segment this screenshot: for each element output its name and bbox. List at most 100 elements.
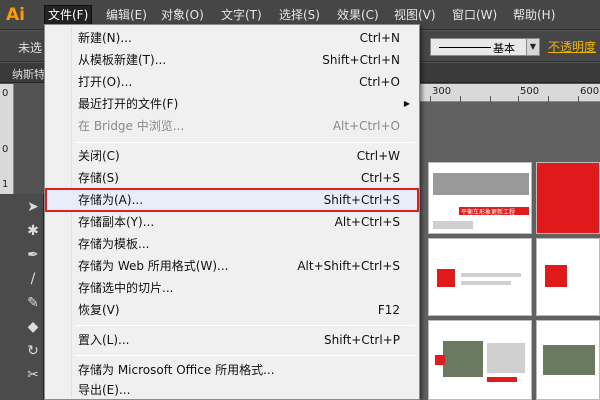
artboard-thumbnail[interactable] [428,238,532,316]
menu-item-shortcut: Ctrl+S [360,171,400,185]
map-graphic [487,343,525,373]
opacity-link[interactable]: 不透明度 [548,38,596,55]
menu-item-revert[interactable]: 恢复(V) F12 [46,299,418,321]
menu-item-shortcut: Alt+Shift+Ctrl+S [297,259,400,273]
stroke-style-label: 基本 [493,42,515,55]
menu-edit[interactable]: 编辑(E) [103,6,150,24]
menu-item-label: 从模板新建(T)... [78,53,167,67]
menu-item-shortcut: Shift+Ctrl+S [323,193,400,207]
menu-item-open[interactable]: 打开(O)... Ctrl+O [46,71,418,93]
ruler-vertical[interactable]: 0 0 1 [0,84,14,194]
menu-item-label: 存储为模板... [78,237,150,251]
menu-item-close[interactable]: 关闭(C) Ctrl+W [46,145,418,167]
menu-effect[interactable]: 效果(C) [334,6,382,24]
menu-file[interactable]: 文件(F) [44,5,93,25]
file-menu-dropdown: 新建(N)... Ctrl+N 从模板新建(T)... Shift+Ctrl+N… [44,24,420,400]
photo-collage [543,345,595,375]
stroke-style-select[interactable]: 基本 [430,38,540,56]
photo-collage [443,341,483,377]
menu-item-label: 存储为(A)... [78,193,144,207]
menu-item-save-for-office[interactable]: 存储为 Microsoft Office 所用格式... [46,359,418,381]
red-page [537,163,599,233]
menu-item-shortcut: Ctrl+N [359,31,400,45]
tool-panel: ➤ ✱ ✒ / ✎ ◆ ↻ ✂ [0,194,44,400]
menu-item-shortcut: Alt+Ctrl+S [334,215,400,229]
skyline-graphic [433,173,529,195]
eraser-icon[interactable]: ◆ [22,316,44,338]
canvas[interactable]: 平衡车形象更新工程 [420,102,600,400]
red-block [437,269,455,287]
ruler-number: 0 [2,144,9,155]
brush-icon[interactable]: / [22,268,44,290]
ruler-number: 600 [580,86,600,97]
menu-item-label: 关闭(C) [78,149,120,163]
menu-item-shortcut: Shift+Ctrl+N [322,53,400,67]
menu-item-new-from-template[interactable]: 从模板新建(T)... Shift+Ctrl+N [46,49,418,71]
menu-item-save-for-web[interactable]: 存储为 Web 所用格式(W)... Alt+Shift+Ctrl+S [46,255,418,277]
menu-item-shortcut: Ctrl+O [359,75,400,89]
magic-wand-icon[interactable]: ✱ [22,220,44,242]
artboard-thumbnail[interactable] [536,162,600,234]
menu-item-new[interactable]: 新建(N)... Ctrl+N [46,27,418,49]
menu-item-place[interactable]: 置入(L)... Shift+Ctrl+P [46,329,418,351]
menu-item-label: 存储副本(Y)... [78,215,155,229]
menu-item-shortcut: Shift+Ctrl+P [324,333,400,347]
menu-item-label: 在 Bridge 中浏览... [78,119,185,133]
menu-type[interactable]: 文字(T) [218,6,265,24]
menu-item-save-as[interactable]: 存储为(A)... Shift+Ctrl+S [45,188,419,212]
ruler-number: 500 [520,86,540,97]
text-line [461,281,511,285]
text-line [461,273,521,277]
menu-item-save-selected-slices[interactable]: 存储选中的切片... [46,277,418,299]
menu-item-label: 存储为 Web 所用格式(W)... [78,259,229,273]
menu-item-label: 恢复(V) [78,303,120,317]
menu-window[interactable]: 窗口(W) [449,6,500,24]
menu-item-recent-files[interactable]: 最近打开的文件(F) ▶ [46,93,418,115]
rotate-icon[interactable]: ↻ [22,340,44,362]
warp-icon[interactable]: ✂ [22,364,44,386]
menu-item-save-copy[interactable]: 存储副本(Y)... Alt+Ctrl+S [46,211,418,233]
pencil-icon[interactable]: ✎ [22,292,44,314]
menu-item-label: 新建(N)... [78,31,132,45]
ruler-number: 1 [2,179,9,190]
menu-item-save[interactable]: 存储(S) Ctrl+S [46,167,418,189]
red-block [545,265,567,287]
menu-item-label: 最近打开的文件(F) [78,97,179,111]
artboard-banner-text: 平衡车形象更新工程 [461,209,516,216]
pen-icon[interactable]: ✒ [22,244,44,266]
menu-item-label: 打开(O)... [78,75,133,89]
stroke-line-preview [439,47,491,48]
artboard-thumbnail[interactable] [536,320,600,400]
menu-object[interactable]: 对象(O) [158,6,207,24]
ruler-number: 300 [432,86,452,97]
menu-item-label: 存储(S) [78,171,119,185]
document-tab[interactable]: 纳斯特 [12,66,45,82]
menu-item-label: 导出(E)... [78,383,131,397]
menu-help[interactable]: 帮助(H) [510,6,558,24]
menu-item-label: 存储为 Microsoft Office 所用格式... [78,363,275,377]
menu-separator [75,142,415,143]
menu-item-shortcut: F12 [377,303,400,317]
menu-separator [75,325,415,326]
menu-view[interactable]: 视图(V) [391,6,439,24]
menu-item-label: 置入(L)... [78,333,130,347]
chevron-right-icon: ▶ [403,99,410,108]
menu-item-shortcut: Ctrl+W [356,149,400,163]
selection-status: 未选 [18,41,43,55]
chevron-down-icon[interactable]: ▼ [526,38,540,56]
app-logo: Ai [6,5,25,25]
menu-separator [75,355,415,356]
artboard-thumbnail[interactable]: 平衡车形象更新工程 [428,162,532,234]
selection-icon[interactable]: ➤ [22,196,44,218]
menu-item-shortcut: Alt+Ctrl+O [332,119,400,133]
ruler-horizontal[interactable]: 300 500 600 [420,84,600,102]
red-block [435,355,445,365]
banner-bar [487,377,517,382]
menu-select[interactable]: 选择(S) [276,6,323,24]
menu-item-browse-in-bridge: 在 Bridge 中浏览... Alt+Ctrl+O [46,115,418,137]
menu-item-save-as-template[interactable]: 存储为模板... [46,233,418,255]
menu-item-label: 存储选中的切片... [78,281,174,295]
artboard-thumbnail[interactable] [536,238,600,316]
artboard-thumbnail[interactable] [428,320,532,400]
menu-item-export[interactable]: 导出(E)... [46,379,418,400]
